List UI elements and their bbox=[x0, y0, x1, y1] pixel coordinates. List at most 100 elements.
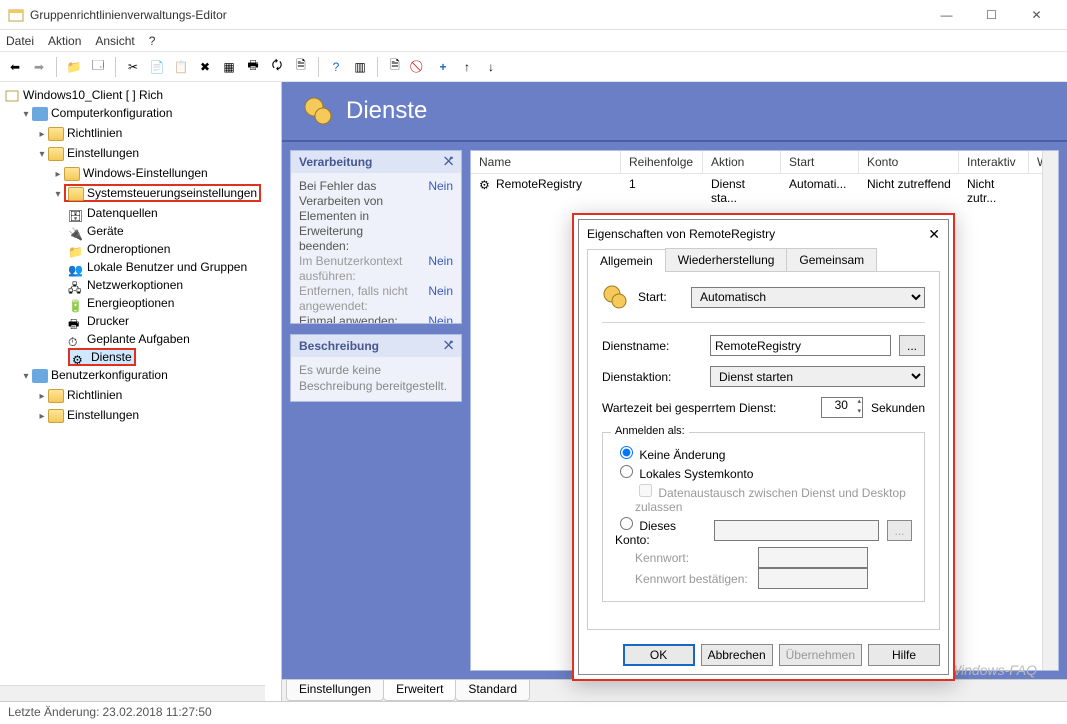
col-order[interactable]: Reihenfolge bbox=[621, 151, 703, 173]
col-start[interactable]: Start bbox=[781, 151, 859, 173]
forward-button[interactable]: ➡ bbox=[28, 56, 50, 78]
processing-panel: Verarbeitung⨉̂ Bei Fehler das Verarbeite… bbox=[290, 150, 462, 324]
database-icon: 🗄 bbox=[68, 207, 84, 221]
export-button[interactable]: 🗎 bbox=[290, 56, 312, 78]
printer-icon: 🖶 bbox=[68, 315, 84, 329]
user-icon bbox=[32, 369, 48, 383]
tree-services[interactable]: ⚙Dienste bbox=[68, 348, 277, 366]
ok-button[interactable]: OK bbox=[623, 644, 695, 666]
tree-user-policies[interactable]: ▸Richtlinien bbox=[36, 386, 277, 406]
copy-button[interactable]: 📄 bbox=[146, 56, 168, 78]
tab-common[interactable]: Gemeinsam bbox=[786, 248, 877, 271]
folder-gear-icon: 📁 bbox=[68, 243, 84, 257]
menu-view[interactable]: Ansicht bbox=[95, 34, 134, 48]
tree-tasks[interactable]: ⏱Geplante Aufgaben bbox=[68, 330, 277, 348]
dialog-close-button[interactable]: ✕ bbox=[928, 226, 940, 243]
tree-datasources[interactable]: 🗄Datenquellen bbox=[68, 204, 277, 222]
browse-service-button[interactable]: ... bbox=[899, 335, 925, 356]
wait-spinner[interactable]: 30 bbox=[821, 397, 863, 418]
stop-button[interactable]: ⃠ bbox=[408, 56, 430, 78]
menu-file[interactable]: Datei bbox=[6, 34, 34, 48]
collapse-icon[interactable]: ⨉̂ bbox=[444, 156, 453, 169]
radio-no-change[interactable]: Keine Änderung bbox=[615, 443, 725, 462]
password-confirm-label: Kennwort bestätigen: bbox=[635, 572, 750, 586]
wait-label: Wartezeit bei gesperrtem Dienst: bbox=[602, 401, 813, 415]
password-label: Kennwort: bbox=[635, 551, 750, 565]
tree-control-panel-settings[interactable]: ▾Systemsteuerungseinstellungen 🗄Datenque… bbox=[52, 184, 277, 366]
doc-button[interactable]: 🗎 bbox=[384, 56, 406, 78]
list-header: Name Reihenfolge Aktion Start Konto Inte… bbox=[471, 151, 1058, 174]
tree-folder-options[interactable]: 📁Ordneroptionen bbox=[68, 240, 277, 258]
tree-windows-settings[interactable]: ▸Windows-Einstellungen bbox=[52, 164, 277, 184]
start-select[interactable]: Automatisch bbox=[691, 287, 925, 308]
tree-root[interactable]: Windows10_Client [ ] Rich ▾Computerkonfi… bbox=[4, 86, 277, 426]
print-button[interactable]: 🖶 bbox=[242, 56, 264, 78]
password-input[interactable] bbox=[758, 547, 868, 568]
col-action[interactable]: Aktion bbox=[703, 151, 781, 173]
toolbar: ⬅ ➡ 📁 🗔 ✂ 📄 📋 ✖ ▦ 🖶 🗘 🗎 ? ▥ 🗎 ⃠ + ↑ ↓ bbox=[0, 52, 1067, 82]
tree-user-settings[interactable]: ▸Einstellungen bbox=[36, 406, 277, 426]
properties-dialog: Eigenschaften von RemoteRegistry ✕ Allge… bbox=[572, 213, 955, 681]
col-account[interactable]: Konto bbox=[859, 151, 959, 173]
servicename-input[interactable] bbox=[710, 335, 891, 356]
radio-local-system[interactable]: Lokales Systemkonto bbox=[615, 462, 753, 481]
bottom-tabs: Einstellungen Erweitert Standard bbox=[282, 679, 1067, 701]
tree-policies[interactable]: ▸Richtlinien bbox=[36, 124, 277, 144]
radio-this-account[interactable]: Dieses Konto: bbox=[615, 514, 706, 547]
wait-unit: Sekunden bbox=[871, 401, 925, 415]
tab-recovery[interactable]: Wiederherstellung bbox=[665, 248, 788, 271]
menu-action[interactable]: Aktion bbox=[48, 34, 81, 48]
folder-icon bbox=[48, 389, 64, 403]
list-scrollbar[interactable] bbox=[1042, 151, 1058, 670]
apply-button[interactable]: Übernehmen bbox=[779, 644, 862, 666]
users-icon: 👥 bbox=[68, 261, 84, 275]
network-icon: 🖧 bbox=[68, 279, 84, 293]
password-confirm-input[interactable] bbox=[758, 568, 868, 589]
props-button[interactable]: ▦ bbox=[218, 56, 240, 78]
cancel-button[interactable]: Abbrechen bbox=[701, 644, 773, 666]
tree-power[interactable]: 🔋Energieoptionen bbox=[68, 294, 277, 312]
tree-printers[interactable]: 🖶Drucker bbox=[68, 312, 277, 330]
list-row-remoteregistry[interactable]: ⚙RemoteRegistry 1 Dienst sta... Automati… bbox=[471, 174, 1058, 208]
arrow2-button[interactable]: ↓ bbox=[480, 56, 502, 78]
tab-general[interactable]: Allgemein bbox=[587, 249, 666, 272]
serviceaction-label: Dienstaktion: bbox=[602, 370, 702, 384]
plus-button[interactable]: + bbox=[432, 56, 454, 78]
account-input[interactable] bbox=[714, 520, 879, 541]
menu-help[interactable]: ? bbox=[149, 34, 156, 48]
tab-extended[interactable]: Erweitert bbox=[383, 680, 456, 701]
close-button[interactable]: ✕ bbox=[1014, 0, 1059, 30]
help-button[interactable]: ? bbox=[325, 56, 347, 78]
col-name[interactable]: Name bbox=[471, 151, 621, 173]
up-button[interactable]: 📁 bbox=[63, 56, 85, 78]
paste-button[interactable]: 📋 bbox=[170, 56, 192, 78]
show-button[interactable]: 🗔 bbox=[87, 56, 109, 78]
app-icon bbox=[8, 7, 24, 23]
tree-local-users[interactable]: 👥Lokale Benutzer und Gruppen bbox=[68, 258, 277, 276]
tree-network[interactable]: 🖧Netzwerkoptionen bbox=[68, 276, 277, 294]
browse-account-button[interactable]: ... bbox=[887, 520, 912, 541]
maximize-button[interactable]: ☐ bbox=[969, 0, 1014, 30]
tab-settings[interactable]: Einstellungen bbox=[286, 680, 384, 701]
tree-computer-config[interactable]: ▾Computerkonfiguration ▸Richtlinien ▾Ein… bbox=[20, 104, 277, 366]
dialog-title: Eigenschaften von RemoteRegistry bbox=[587, 227, 775, 241]
delete-button[interactable]: ✖ bbox=[194, 56, 216, 78]
collapse-icon[interactable]: ⨉̂ bbox=[444, 340, 453, 353]
back-button[interactable]: ⬅ bbox=[4, 56, 26, 78]
arrow1-button[interactable]: ↑ bbox=[456, 56, 478, 78]
tab-standard[interactable]: Standard bbox=[455, 680, 530, 701]
task-icon: ⏱ bbox=[68, 333, 84, 347]
minimize-button[interactable]: — bbox=[924, 0, 969, 30]
serviceaction-select[interactable]: Dienst starten bbox=[710, 366, 925, 387]
tree-devices[interactable]: 🔌Geräte bbox=[68, 222, 277, 240]
tree-pane[interactable]: Windows10_Client [ ] Rich ▾Computerkonfi… bbox=[0, 82, 282, 701]
tree-user-config[interactable]: ▾Benutzerkonfiguration ▸Richtlinien ▸Ein… bbox=[20, 366, 277, 426]
refresh-button[interactable]: 🗘 bbox=[266, 56, 288, 78]
cut-button[interactable]: ✂ bbox=[122, 56, 144, 78]
help-button[interactable]: Hilfe bbox=[868, 644, 940, 666]
tree-settings[interactable]: ▾Einstellungen ▸Windows-Einstellungen ▾S… bbox=[36, 144, 277, 366]
check-desktop-interact[interactable]: Datenaustausch zwischen Dienst und Deskt… bbox=[635, 481, 912, 514]
panel-button[interactable]: ▥ bbox=[349, 56, 371, 78]
col-interactive[interactable]: Interaktiv bbox=[959, 151, 1029, 173]
tree-scrollbar[interactable] bbox=[0, 685, 265, 701]
